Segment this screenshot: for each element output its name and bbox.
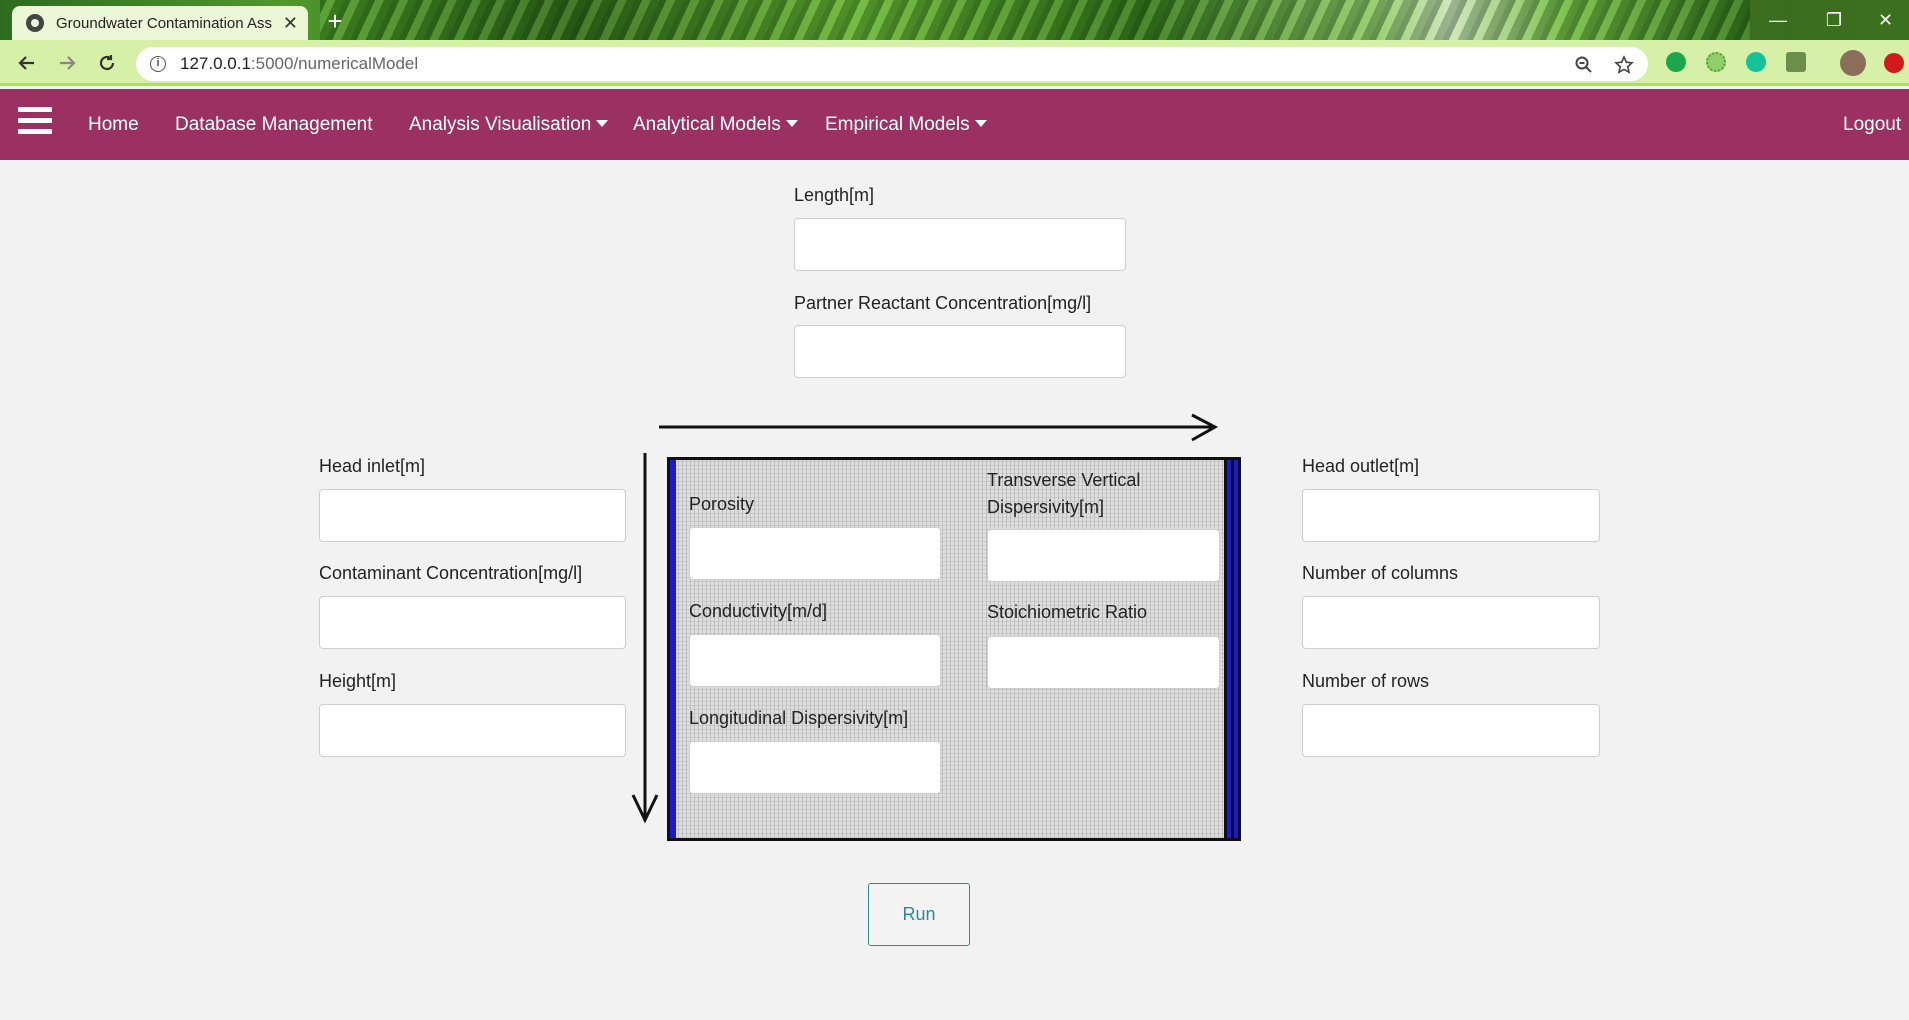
bookmark-star-icon[interactable] (1614, 55, 1634, 75)
menu-hamburger-icon[interactable] (18, 107, 52, 135)
transverse-label-line1: Transverse Vertical (987, 470, 1141, 490)
number-of-rows-input[interactable] (1302, 704, 1600, 757)
profile-avatar[interactable] (1840, 50, 1866, 76)
stoichiometric-ratio-input[interactable] (987, 636, 1220, 689)
head-inlet-label: Head inlet[m] (319, 456, 426, 476)
transverse-dispersivity-label: Transverse Vertical Dispersivity[m] (987, 467, 1140, 521)
site-info-icon[interactable]: i (150, 56, 166, 72)
height-input[interactable] (319, 704, 626, 757)
nav-empirical-label: Empirical Models (825, 113, 970, 135)
partner-reactant-label: Partner Reactant Concentration[mg/l] (794, 293, 1092, 313)
new-tab-button[interactable]: + (320, 8, 350, 36)
forward-arrow-icon[interactable] (52, 48, 82, 78)
browser-tab[interactable]: Groundwater Contamination Ass ✕ (12, 6, 308, 40)
number-of-columns-label: Number of columns (1302, 563, 1459, 583)
main-navbar: Home Database Management Analysis Visual… (0, 89, 1909, 160)
browser-tabstrip: Groundwater Contamination Ass ✕ + — ❐ ✕ (0, 0, 1909, 40)
height-label: Height[m] (319, 671, 397, 691)
nav-empirical-models[interactable]: Empirical Models (825, 89, 987, 160)
horizontal-flow-arrow (659, 413, 1219, 442)
stoichiometric-ratio-label: Stoichiometric Ratio (987, 602, 1148, 622)
porosity-input[interactable] (689, 527, 941, 580)
restore-button[interactable]: ❐ (1806, 0, 1862, 40)
window-close-button[interactable]: ✕ (1862, 0, 1909, 40)
zoom-icon[interactable] (1574, 55, 1594, 75)
nav-analytical-label: Analytical Models (633, 113, 781, 135)
contaminant-concentration-input[interactable] (319, 596, 626, 649)
tab-title: Groundwater Contamination Ass (56, 14, 272, 32)
run-button[interactable]: Run (868, 883, 970, 946)
number-of-columns-input[interactable] (1302, 596, 1600, 649)
length-input[interactable] (794, 218, 1126, 271)
theme-background (320, 0, 1750, 40)
minimize-button[interactable]: — (1750, 0, 1806, 40)
length-label: Length[m] (794, 185, 875, 205)
head-outlet-input[interactable] (1302, 489, 1600, 542)
reload-icon[interactable] (92, 48, 122, 78)
conductivity-label: Conductivity[m/d] (689, 601, 828, 621)
number-of-rows-label: Number of rows (1302, 671, 1430, 691)
partner-reactant-input[interactable] (794, 325, 1126, 378)
nav-analysis-label: Analysis Visualisation (409, 113, 592, 135)
conductivity-input[interactable] (689, 634, 941, 687)
head-inlet-input[interactable] (319, 489, 626, 542)
transverse-label-line2: Dispersivity[m] (987, 497, 1105, 517)
nav-analytical-models[interactable]: Analytical Models (633, 89, 798, 160)
url-path: :5000/numericalModel (250, 54, 419, 73)
update-alert-icon[interactable] (1884, 53, 1904, 73)
vertical-depth-arrow (631, 453, 659, 824)
head-outlet-label: Head outlet[m] (1302, 456, 1420, 476)
globe-icon (26, 14, 44, 32)
contaminant-concentration-label: Contaminant Concentration[mg/l] (319, 563, 583, 583)
nav-logout[interactable]: Logout (1843, 89, 1901, 160)
longitudinal-dispersivity-label: Longitudinal Dispersivity[m] (689, 708, 909, 728)
caret-down-icon (785, 120, 798, 127)
tab-close-icon[interactable]: ✕ (283, 13, 298, 34)
address-bar[interactable]: i 127.0.0.1:5000/numericalModel (136, 47, 1648, 81)
porosity-label: Porosity (689, 494, 755, 514)
longitudinal-dispersivity-input[interactable] (689, 741, 941, 794)
back-arrow-icon[interactable] (12, 48, 42, 78)
nav-database-management[interactable]: Database Management (175, 89, 373, 160)
inlet-boundary (670, 460, 676, 838)
transverse-dispersivity-input[interactable] (987, 529, 1220, 582)
grammarly-icon[interactable] (1746, 52, 1766, 72)
caret-down-icon (974, 120, 987, 127)
nav-home[interactable]: Home (88, 89, 139, 160)
extension-react-icon[interactable] (1706, 52, 1726, 72)
url-host: 127.0.0.1 (180, 54, 251, 73)
recycle-extension-icon[interactable] (1786, 52, 1806, 72)
browser-toolbar: i 127.0.0.1:5000/numericalModel (0, 40, 1909, 86)
outlet-boundary (1224, 460, 1238, 838)
extension-green-icon[interactable] (1666, 52, 1686, 72)
caret-down-icon (596, 120, 609, 127)
nav-analysis-visualisation[interactable]: Analysis Visualisation (409, 89, 609, 160)
